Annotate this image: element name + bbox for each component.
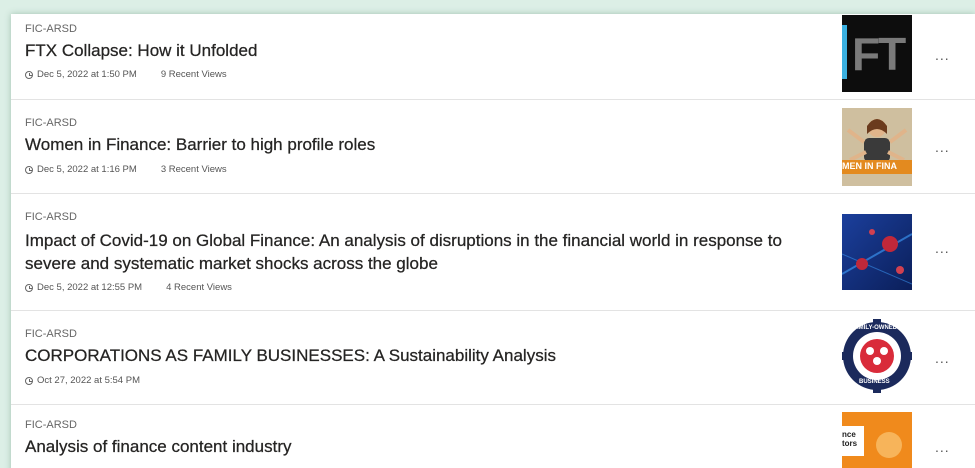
site-name: FIC-ARSD xyxy=(25,117,77,129)
modified-date: Dec 5, 2022 at 12:55 PM xyxy=(37,282,143,293)
document-title[interactable]: FTX Collapse: How it Unfolded xyxy=(25,39,795,62)
more-options-button[interactable]: ... xyxy=(935,240,950,256)
clock-icon xyxy=(25,376,33,385)
list-item[interactable]: FIC-ARSD CORPORATIONS AS FAMILY BUSINESS… xyxy=(11,311,975,405)
finance-creators-thumbnail[interactable]: nce tors xyxy=(842,412,912,468)
document-title[interactable]: Impact of Covid-19 on Global Finance: An… xyxy=(25,229,805,275)
woman-finance-thumbnail[interactable]: MEN IN FINA xyxy=(842,108,912,186)
list-item[interactable]: FIC-ARSD Analysis of finance content ind… xyxy=(11,405,975,468)
document-title[interactable]: CORPORATIONS AS FAMILY BUSINESSES: A Sus… xyxy=(25,344,795,367)
modified-date: Dec 5, 2022 at 1:16 PM xyxy=(37,164,137,175)
document-meta: Dec 5, 2022 at 12:55 PM 4 Recent Views xyxy=(25,282,232,293)
list-item[interactable]: FIC-ARSD Women in Finance: Barrier to hi… xyxy=(11,100,975,194)
more-options-button[interactable]: ... xyxy=(935,47,950,63)
more-options-button[interactable]: ... xyxy=(935,439,950,455)
family-owned-business-badge-thumbnail[interactable]: FAMILY-OWNED BUSINESS xyxy=(842,319,912,393)
virus-thumbnail[interactable] xyxy=(842,214,912,290)
site-name: FIC-ARSD xyxy=(25,328,77,340)
document-meta: Oct 27, 2022 at 5:54 PM xyxy=(25,375,140,386)
document-title[interactable]: Women in Finance: Barrier to high profil… xyxy=(25,133,795,156)
list-item[interactable]: FIC-ARSD FTX Collapse: How it Unfolded D… xyxy=(11,14,975,100)
recent-views: 9 Recent Views xyxy=(160,69,227,80)
clock-icon xyxy=(25,165,33,174)
site-name: FIC-ARSD xyxy=(25,211,77,223)
clock-icon xyxy=(25,283,33,292)
document-list: FIC-ARSD FTX Collapse: How it Unfolded D… xyxy=(11,14,975,468)
modified-date: Oct 27, 2022 at 5:54 PM xyxy=(37,375,140,386)
ftx-logo-thumbnail[interactable]: FT xyxy=(842,15,912,92)
recent-views: 4 Recent Views xyxy=(166,282,232,293)
modified-date: Dec 5, 2022 at 1:50 PM xyxy=(37,69,137,80)
site-name: FIC-ARSD xyxy=(25,419,77,431)
clock-icon xyxy=(25,70,33,79)
document-title[interactable]: Analysis of finance content industry xyxy=(25,435,795,458)
more-options-button[interactable]: ... xyxy=(935,139,950,155)
list-item[interactable]: FIC-ARSD Impact of Covid-19 on Global Fi… xyxy=(11,194,975,311)
document-meta: Dec 5, 2022 at 1:50 PM 9 Recent Views xyxy=(25,69,227,80)
more-options-button[interactable]: ... xyxy=(935,350,950,366)
document-meta: Dec 5, 2022 at 1:16 PM 3 Recent Views xyxy=(25,164,227,175)
site-name: FIC-ARSD xyxy=(25,23,77,35)
recent-views: 3 Recent Views xyxy=(160,164,227,175)
